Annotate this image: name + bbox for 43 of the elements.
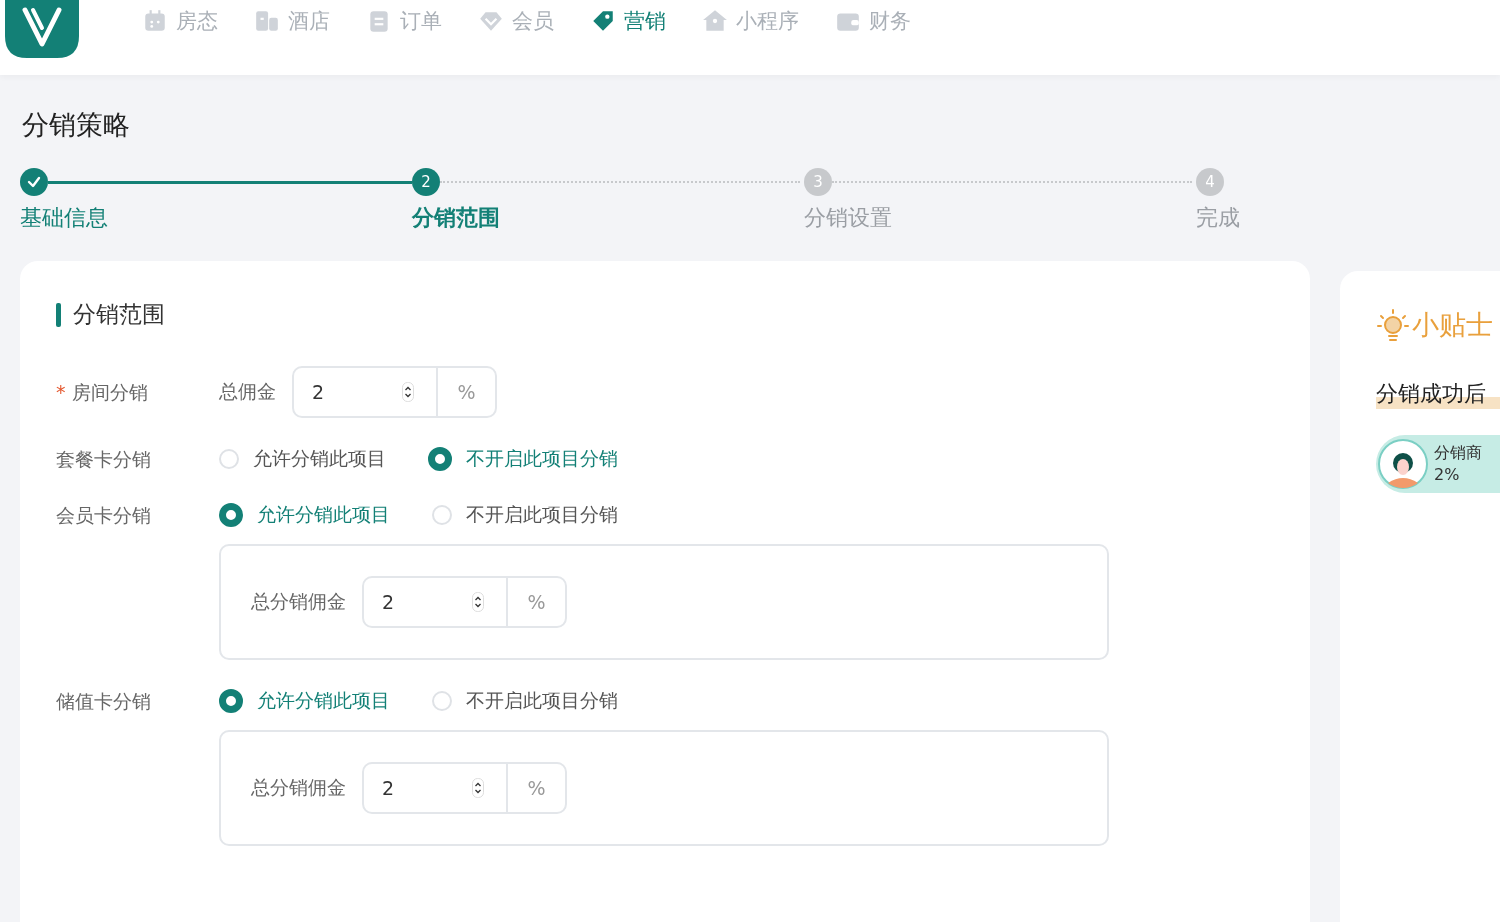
radio-button[interactable]	[428, 447, 452, 471]
stepper-icon	[472, 778, 484, 798]
step-number: 4	[1196, 168, 1224, 196]
field-label: 套餐卡分销	[56, 448, 151, 470]
field-label: 总分销佣金	[251, 589, 346, 614]
field-label: 总佣金	[219, 379, 276, 404]
house-icon	[702, 8, 728, 34]
lightbulb-icon	[1376, 308, 1410, 342]
number-input[interactable]: 2 %	[362, 762, 567, 814]
avatar-icon	[1378, 439, 1428, 489]
step-number: 3	[804, 168, 832, 196]
radio-option[interactable]: 不开启此项目分销	[432, 688, 618, 714]
radio-button[interactable]	[219, 503, 243, 527]
building-icon	[254, 8, 280, 34]
number-input[interactable]: 2 %	[362, 576, 567, 628]
radio-option[interactable]: 允许分销此项目	[219, 688, 390, 714]
radio-option[interactable]: 允许分销此项目	[219, 502, 390, 528]
radio-option[interactable]: 不开启此项目分销	[432, 502, 618, 528]
field-label: 储值卡分销	[56, 690, 151, 712]
step-label: 基础信息	[20, 204, 109, 232]
radio-button[interactable]	[219, 689, 243, 713]
section-title: 分销范围	[73, 300, 165, 329]
radio-option[interactable]: 不开启此项目分销	[428, 446, 618, 472]
step-label: 分销设置	[804, 204, 893, 232]
number-input[interactable]: 2 %	[292, 366, 497, 418]
step-label: 完成	[1196, 204, 1241, 232]
role-label: 分销商	[1434, 442, 1482, 464]
required-mark: *	[56, 381, 66, 403]
nav-tab[interactable]: 营销	[590, 6, 666, 36]
step-number: 2	[412, 168, 440, 196]
tips-title: 小贴士	[1412, 308, 1493, 342]
step-label: 分销范围	[412, 204, 501, 232]
stepper-icon	[402, 382, 414, 402]
rate-value: 2%	[1434, 464, 1461, 486]
page-title: 分销策略	[22, 108, 131, 142]
field-label: 房间分销	[71, 381, 148, 403]
radio-option[interactable]: 允许分销此项目	[219, 446, 386, 472]
stepper-icon	[472, 592, 484, 612]
field-label: 总分销佣金	[251, 775, 346, 800]
section-marker	[56, 302, 61, 327]
tips-heading: 分销成功后	[1376, 379, 1500, 409]
field-label: 会员卡分销	[56, 504, 151, 526]
calendar-icon	[142, 8, 168, 34]
